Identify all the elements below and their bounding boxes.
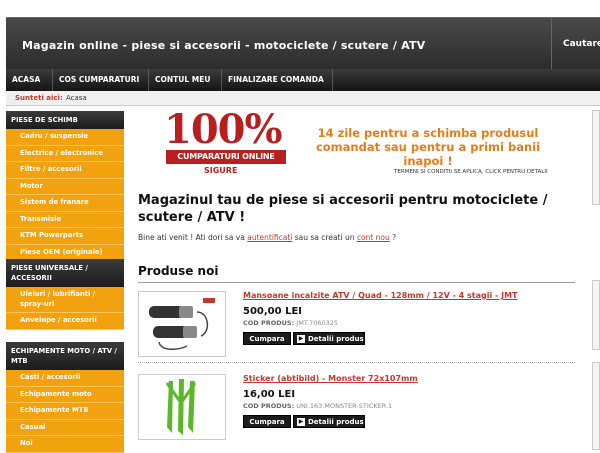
welcome-text: Bine ati venit ! Ati dori sa va autentif… — [138, 233, 396, 242]
product-code-value: UNI.163.MONSTER-STICKER.1 — [296, 402, 393, 410]
right-sidebar-box — [592, 362, 600, 450]
promo-banner[interactable]: 100% CUMPARATURI ONLINE SIGURE 14 zile p… — [164, 110, 564, 182]
product-code-value: JMT.7060325 — [296, 319, 339, 327]
sidebar-item[interactable]: Sistem de franare — [6, 195, 124, 212]
arrow-right-icon: ▶ — [297, 335, 305, 343]
product-code: COD PRODUS: UNI.163.MONSTER-STICKER.1 — [243, 402, 392, 410]
breadcrumb-home[interactable]: Acasa — [66, 94, 87, 102]
sidebar-item[interactable]: Cadru / suspensie — [6, 129, 124, 146]
sidebar-box-piese-universale: PIESE UNIVERSALE / ACCESORII Uleiuri / l… — [6, 259, 124, 330]
site-title[interactable]: Magazin online - piese si accesorii - mo… — [22, 39, 425, 52]
welcome-text-part: Bine ati venit ! Ati dori sa va — [138, 233, 248, 242]
sidebar-item[interactable]: Motor — [6, 179, 124, 195]
banner-percent: 100% — [164, 106, 283, 153]
sidebar-item[interactable]: Echipamente MTB — [6, 403, 124, 420]
sidebar-item[interactable]: Electrice / electronice — [6, 146, 124, 162]
nav-separator — [332, 69, 333, 91]
sidebar-item[interactable]: Casual — [6, 420, 124, 436]
product-card: Mansoane incalzite ATV / Quad - 128mm / … — [138, 291, 575, 357]
banner-secure-label: SIGURE — [204, 166, 238, 175]
banner-online-label: CUMPARATURI ONLINE — [166, 150, 286, 164]
buy-button[interactable]: Cumpara — [243, 415, 291, 428]
sidebar-item[interactable]: Casti / accesorii — [6, 370, 124, 387]
new-products-title: Produse noi — [138, 264, 219, 278]
sidebar-box-echipamente: ECHIPAMENTE MOTO / ATV / MTB Casti / acc… — [6, 342, 124, 453]
details-button-label: Detalii produs — [308, 335, 364, 343]
sidebar-item[interactable]: KTM Powerparts — [6, 228, 124, 245]
search-label: Cautare: — [563, 39, 600, 49]
login-link[interactable]: autentificati — [247, 233, 292, 242]
sidebar-box-piese-de-schimb: PIESE DE SCHIMB Cadru / suspensie Electr… — [6, 111, 124, 261]
product-name-link[interactable]: Sticker (abtibild) - Monster 72x107mm — [243, 374, 418, 383]
arrow-right-icon: ▶ — [297, 418, 305, 426]
product-price: 16,00 LEI — [243, 389, 296, 400]
section-divider — [138, 282, 575, 283]
product-code: COD PRODUS: JMT.7060325 — [243, 319, 338, 327]
create-account-link[interactable]: cont nou — [357, 233, 390, 242]
product-card: Sticker (abtibild) - Monster 72x107mm 16… — [138, 374, 575, 440]
nav-cos-cumparaturi[interactable]: COS CUMPARATURI — [53, 69, 148, 91]
sidebar-item[interactable]: Transmisie — [6, 212, 124, 228]
details-button[interactable]: ▶ Detalii produs — [293, 332, 365, 345]
sidebar-heading: PIESE UNIVERSALE / ACCESORII — [6, 259, 124, 287]
breadcrumb: Sunteti aici: Acasa — [6, 91, 600, 106]
sidebar-item[interactable]: Filtre / accesorii — [6, 162, 124, 179]
top-strip — [0, 0, 600, 17]
sidebar-item[interactable]: Noi — [6, 436, 124, 453]
nav-acasa[interactable]: ACASA — [6, 69, 52, 91]
product-code-label: COD PRODUS: — [243, 319, 295, 327]
nav-finalizare-comanda[interactable]: FINALIZARE COMANDA — [222, 69, 332, 91]
product-image-monster-sticker[interactable] — [138, 374, 226, 440]
product-image-heated-grips[interactable] — [138, 291, 226, 357]
site-header: Magazin online - piese si accesorii - mo… — [6, 17, 600, 70]
nav-contul-meu[interactable]: CONTUL MEU — [149, 69, 221, 91]
details-button-label: Detalii produs — [308, 418, 364, 426]
product-divider — [138, 362, 575, 363]
sidebar-item[interactable]: Echipamente moto — [6, 387, 124, 403]
buy-button[interactable]: Cumpara — [243, 332, 291, 345]
sidebar-heading: ECHIPAMENTE MOTO / ATV / MTB — [6, 342, 124, 370]
product-price: 500,00 LEI — [243, 306, 302, 317]
right-sidebar-box — [592, 110, 600, 205]
main-nav: ACASA COS CUMPARATURI CONTUL MEU FINALIZ… — [6, 69, 600, 91]
sidebar-item[interactable]: Anvelope / accesorii — [6, 313, 124, 330]
banner-terms-note: TERMENI SI CONDITII SE APLICA, CLICK PEN… — [394, 169, 548, 175]
sidebar-heading: PIESE DE SCHIMB — [6, 111, 124, 129]
welcome-text-part: ? — [389, 233, 397, 242]
welcome-title: Magazinul tau de piese si accesorii pent… — [138, 193, 548, 225]
right-sidebar-box — [592, 280, 600, 350]
sidebar-item[interactable]: Uleiuri / lubrifianti / spray-uri — [6, 287, 124, 313]
product-code-label: COD PRODUS: — [243, 402, 295, 410]
welcome-text-part: sau sa creati un — [292, 233, 357, 242]
details-button[interactable]: ▶ Detalii produs — [293, 415, 365, 428]
product-name-link[interactable]: Mansoane incalzite ATV / Quad - 128mm / … — [243, 291, 518, 300]
banner-message: 14 zile pentru a schimba produsul comand… — [315, 126, 541, 168]
header-divider — [551, 18, 552, 70]
breadcrumb-label: Sunteti aici: — [15, 94, 63, 102]
